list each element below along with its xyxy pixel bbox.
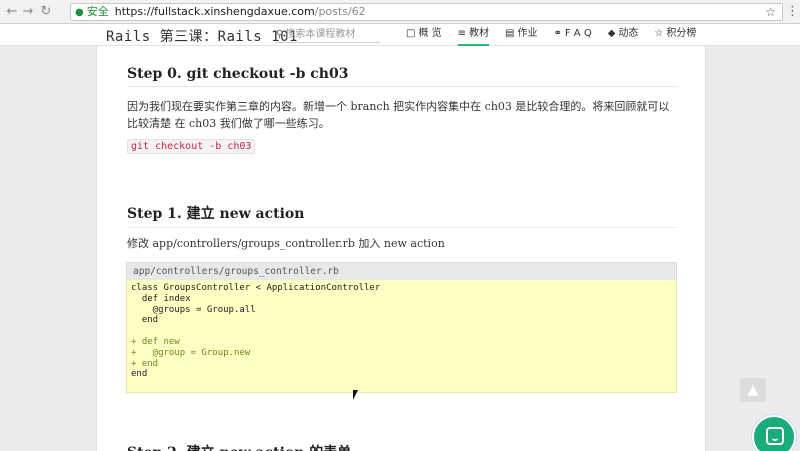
nav-homework[interactable]: ▤ 作业 — [505, 24, 537, 46]
url-host: https://fullstack.xinshengdaxue.com — [114, 5, 315, 18]
code-block: class GroupsController < ApplicationCont… — [126, 280, 677, 393]
scroll-to-top-button[interactable]: ▲ — [740, 378, 766, 402]
nav-leaderboard[interactable]: ☆ 积分榜 — [654, 24, 696, 46]
step1-paragraph: 修改 app/controllers/groups_controller.rb … — [127, 237, 445, 250]
reload-icon[interactable]: ↻ — [38, 4, 54, 20]
step0-code: git checkout -b ch03 — [127, 139, 256, 154]
course-title[interactable]: Rails 第三课：Rails 101 — [106, 26, 298, 46]
chat-button[interactable] — [752, 415, 796, 451]
address-bar[interactable]: ● 安全 https://fullstack.xinshengdaxue.com/p… — [70, 3, 783, 21]
code-line: @groups = Group.all — [131, 304, 256, 315]
lock-icon: ● — [75, 7, 84, 18]
nav-activity[interactable]: ◆ 动态 — [608, 24, 639, 46]
search-input[interactable]: ⚲ 搜索本课程教材 — [276, 27, 380, 43]
code-line-added: + @group = Group.new — [131, 347, 251, 358]
comments-icon: ⚭ — [553, 28, 562, 39]
mouse-cursor-icon — [353, 390, 358, 400]
site-header: Rails 第三课：Rails 101 ⚲ 搜索本课程教材 □ 概 览 ≡ 教材 ▤ 作… — [0, 24, 800, 46]
code-line: class GroupsController < ApplicationCont… — [131, 283, 381, 293]
nav-materials[interactable]: ≡ 教材 — [457, 24, 490, 46]
step1-heading: Step 1. 建立 new action — [127, 203, 677, 228]
monitor-icon: □ — [406, 28, 416, 39]
back-icon[interactable]: ← — [4, 4, 20, 20]
secure-label: 安全 — [86, 5, 109, 18]
url-path: /posts/62 — [314, 5, 366, 18]
chat-icon — [766, 427, 784, 445]
course-nav: □ 概 览 ≡ 教材 ▤ 作业 ⚭ F A Q ◆ 动态 ☆ 积分榜 — [406, 24, 712, 46]
step2-heading: Step 2. 建立 new action 的表单 — [127, 442, 677, 451]
browser-menu-icon[interactable]: ⋮ — [786, 4, 799, 20]
tag-icon: ◆ — [607, 28, 616, 39]
code-line: end — [131, 369, 148, 380]
list-icon: ≡ — [457, 28, 467, 39]
code-line-added: + end — [131, 358, 159, 369]
nav-faq[interactable]: ⚭ F A Q — [553, 24, 591, 46]
star-icon: ☆ — [654, 28, 664, 39]
code-line: def index — [131, 293, 191, 304]
browser-toolbar: ← → ↻ ● 安全 https://fullstack.xinshengdaxue… — [0, 0, 800, 24]
step0-paragraph: 因为我们现在要实作第三章的内容。新增一个 branch 把实作内容集中在 ch0… — [127, 100, 670, 130]
document-icon: ▤ — [505, 28, 515, 39]
search-icon: ⚲ — [276, 29, 284, 40]
step0-heading: Step 0. git checkout -b ch03 — [127, 66, 677, 87]
code-filename: app/controllers/groups_controller.rb — [126, 262, 677, 280]
forward-icon[interactable]: → — [20, 4, 36, 20]
search-placeholder: 搜索本课程教材 — [285, 29, 356, 40]
code-line-added: + def new — [131, 336, 180, 347]
bookmark-star-icon[interactable]: ☆ — [765, 4, 776, 20]
arrow-up-icon: ▲ — [747, 382, 759, 398]
nav-overview[interactable]: □ 概 览 — [406, 24, 442, 46]
article-content: Step 0. git checkout -b ch03 因为我们现在要实作第三… — [96, 46, 706, 451]
code-line: end — [131, 315, 159, 326]
